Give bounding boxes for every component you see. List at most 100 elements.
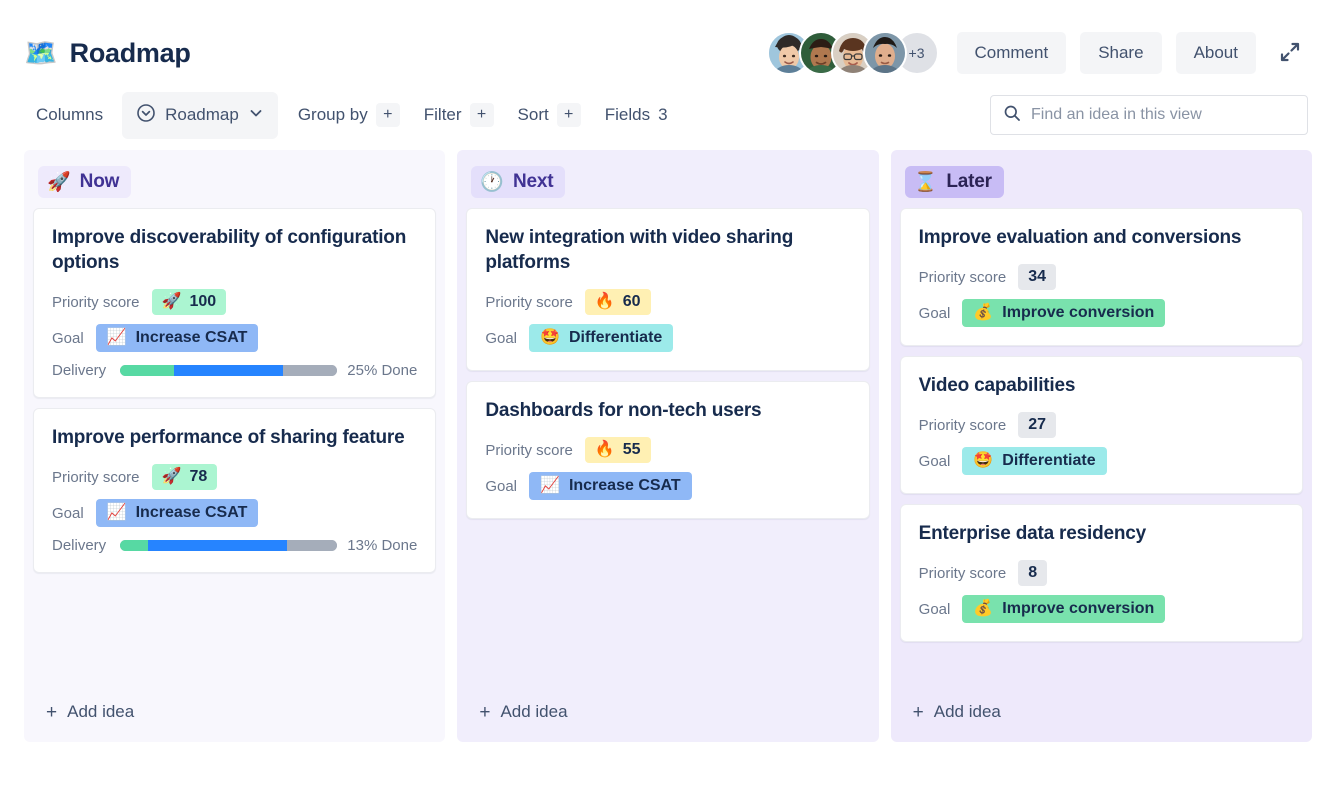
filter-add-icon[interactable]: + — [470, 103, 494, 127]
idea-card[interactable]: New integration with video sharing platf… — [466, 208, 869, 371]
goal-chip[interactable]: 🤩 Differentiate — [529, 324, 673, 352]
about-button[interactable]: About — [1176, 32, 1256, 74]
goal-value: Increase CSAT — [136, 504, 248, 522]
goal-row: Goal 🤩 Differentiate — [485, 324, 850, 352]
column-pill-now[interactable]: 🚀Now — [38, 166, 131, 198]
priority-score-label: Priority score — [919, 565, 1007, 582]
goal-label: Goal — [485, 330, 517, 347]
goal-value: Increase CSAT — [136, 329, 248, 347]
column-header: ⌛Later — [891, 150, 1312, 208]
goal-value: Differentiate — [569, 329, 662, 347]
goal-chip[interactable]: 📈 Increase CSAT — [529, 472, 692, 500]
priority-score-value: 34 — [1028, 268, 1046, 286]
roadmap-app-window: 🗺️ Roadmap — [0, 0, 1336, 793]
priority-score-chip[interactable]: 34 — [1018, 264, 1056, 290]
priority-score-row: Priority score🔥60 — [485, 288, 850, 316]
idea-card[interactable]: Dashboards for non-tech users Priority sc… — [466, 381, 869, 519]
delivery-segment-todo — [287, 540, 337, 551]
view-toolbar: Columns Roadmap Group by + Filter + — [0, 80, 1336, 142]
header-actions: +3 Comment Share About — [767, 31, 1309, 75]
goal-chip[interactable]: 🤩Differentiate — [962, 447, 1106, 475]
idea-card[interactable]: Improve evaluation and conversionsPriori… — [900, 208, 1303, 346]
priority-score-chip[interactable]: 8 — [1018, 560, 1047, 586]
priority-score-row: Priority score27 — [919, 411, 1284, 439]
fields-label: Fields — [605, 105, 650, 125]
column-card-list: New integration with video sharing platf… — [457, 208, 878, 519]
idea-card[interactable]: Improve performance of sharing featurePr… — [33, 408, 436, 573]
idea-card[interactable]: Improve discoverability of configuration… — [33, 208, 436, 398]
priority-score-label: Priority score — [919, 269, 1007, 286]
avatar-stack[interactable]: +3 — [767, 31, 939, 75]
group-by-control[interactable]: Group by + — [298, 103, 400, 127]
group-by-add-icon[interactable]: + — [376, 103, 400, 127]
column-pill-later[interactable]: ⌛Later — [905, 166, 1004, 198]
fields-control[interactable]: Fields 3 — [605, 105, 668, 125]
idea-card-title: Improve performance of sharing feature — [52, 425, 417, 450]
add-idea-button[interactable]: +Add idea — [24, 684, 445, 742]
priority-emoji-icon: 🔥 — [595, 294, 615, 310]
search-box[interactable] — [990, 95, 1308, 135]
column-card-list: Improve evaluation and conversionsPriori… — [891, 208, 1312, 642]
add-idea-label: Add idea — [934, 702, 1001, 722]
view-selector[interactable]: Roadmap — [122, 92, 278, 139]
goal-row: Goal 📈Increase CSAT — [52, 499, 417, 527]
column-header: 🕐Next — [457, 150, 878, 208]
fields-count: 3 — [658, 105, 667, 125]
plus-icon: + — [913, 703, 924, 722]
goal-emoji-icon: 📈 — [540, 478, 560, 494]
filter-control[interactable]: Filter + — [424, 103, 494, 127]
goal-chip[interactable]: 💰Improve conversion — [962, 595, 1165, 623]
goal-chip[interactable]: 📈 Increase CSAT — [96, 324, 259, 352]
column-pill-next[interactable]: 🕐Next — [471, 166, 565, 198]
idea-card[interactable]: Enterprise data residencyPriority score8… — [900, 504, 1303, 642]
goal-chip[interactable]: 📈Increase CSAT — [96, 499, 259, 527]
goal-value: Increase CSAT — [569, 477, 681, 495]
sort-add-icon[interactable]: + — [557, 103, 581, 127]
priority-score-row: Priority score 34 — [919, 263, 1284, 291]
delivery-segment-done — [120, 540, 148, 551]
idea-card-title: Dashboards for non-tech users — [485, 398, 850, 423]
delivery-label: Delivery — [52, 362, 110, 379]
goal-emoji-icon: 📈 — [107, 330, 127, 346]
plus-icon: + — [46, 703, 57, 722]
priority-score-chip[interactable]: 🔥 60 — [585, 289, 651, 315]
goal-emoji-icon: 🤩 — [540, 330, 560, 346]
goal-value: Improve conversion — [1002, 304, 1154, 322]
search-input[interactable] — [1031, 106, 1295, 124]
priority-emoji-icon: 🚀 — [162, 469, 182, 485]
delivery-row: Delivery25% Done — [52, 362, 417, 379]
add-idea-label: Add idea — [500, 702, 567, 722]
idea-card[interactable]: Video capabilitiesPriority score27Goal🤩D… — [900, 356, 1303, 494]
column-title: Next — [513, 171, 553, 193]
add-idea-button[interactable]: + Add idea — [457, 684, 878, 742]
board-column-next: 🕐Next New integration with video sharing … — [457, 150, 878, 742]
delivery-progress-bar — [120, 365, 337, 376]
roadmap-view-icon — [136, 103, 156, 128]
goal-label: Goal — [52, 330, 84, 347]
priority-score-chip[interactable]: 🚀100 — [152, 289, 227, 315]
board-column-now: 🚀Now Improve discoverability of configura… — [24, 150, 445, 742]
priority-score-chip[interactable]: 🔥55 — [585, 437, 651, 463]
goal-chip[interactable]: 💰 Improve conversion — [962, 299, 1165, 327]
delivery-progress-bar — [120, 540, 337, 551]
comment-button[interactable]: Comment — [957, 32, 1067, 74]
priority-score-chip[interactable]: 27 — [1018, 412, 1056, 438]
delivery-segment-in-progress — [174, 365, 283, 376]
sort-control[interactable]: Sort + — [518, 103, 581, 127]
add-idea-button[interactable]: + Add idea — [891, 684, 1312, 742]
priority-score-chip[interactable]: 🚀78 — [152, 464, 218, 490]
expand-icon — [1278, 40, 1302, 67]
priority-score-value: 60 — [623, 293, 641, 311]
share-button[interactable]: Share — [1080, 32, 1161, 74]
goal-row: Goal💰Improve conversion — [919, 595, 1284, 623]
map-icon: 🗺️ — [24, 40, 58, 67]
avatar[interactable] — [863, 31, 907, 75]
plus-icon: + — [479, 703, 490, 722]
goal-emoji-icon: 💰 — [973, 305, 993, 321]
priority-score-row: Priority score🔥55 — [485, 436, 850, 464]
expand-button[interactable] — [1272, 34, 1308, 73]
goal-label: Goal — [52, 505, 84, 522]
view-name: Roadmap — [165, 105, 239, 125]
priority-score-label: Priority score — [52, 294, 140, 311]
search-icon — [1003, 104, 1021, 127]
